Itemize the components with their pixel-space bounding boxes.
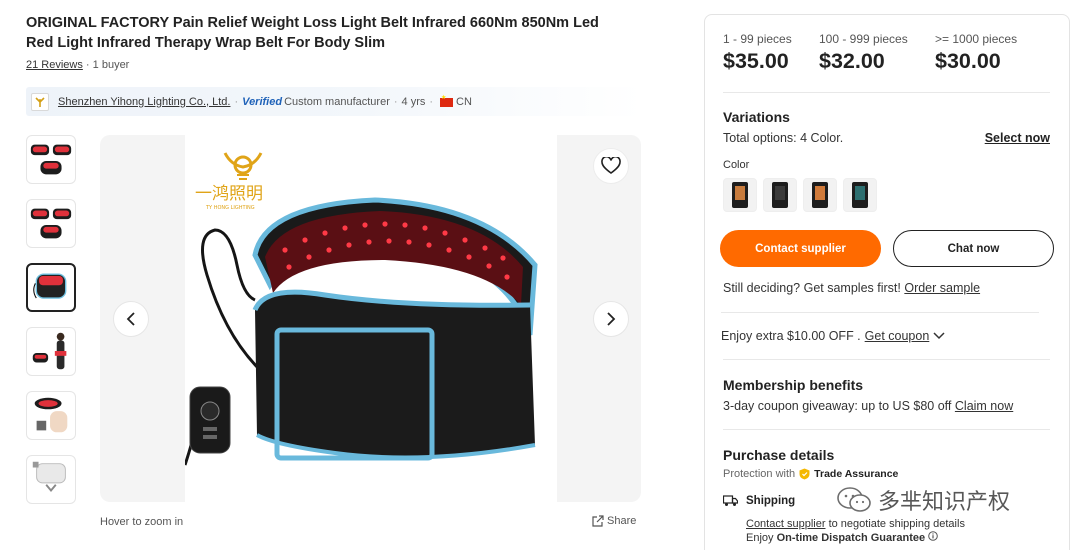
- supplier-bar: Shenzhen Yihong Lighting Co., Ltd. · Ver…: [26, 87, 642, 116]
- info-icon: [928, 531, 939, 541]
- color-swatches: [723, 178, 877, 212]
- price-tier-2: 100 - 999 pieces $32.00: [819, 32, 908, 74]
- image-viewer[interactable]: 一鸿照明 TY HONG LIGHTING: [100, 135, 641, 502]
- wechat-logo-icon: [837, 487, 871, 512]
- watermark: 多芈知识产权: [836, 484, 1010, 516]
- chat-now-button[interactable]: Chat now: [893, 230, 1054, 267]
- supplier-country: CN: [456, 95, 472, 108]
- color-swatch-4[interactable]: [843, 178, 877, 212]
- coupon-text: Enjoy extra $10.00 OFF .: [721, 329, 861, 343]
- contact-supplier-link[interactable]: Contact supplier: [746, 518, 826, 530]
- membership-benefit: 3-day coupon giveaway: up to US $80 off …: [723, 399, 1013, 413]
- enjoy-text: Enjoy: [746, 532, 774, 544]
- get-coupon-link[interactable]: Get coupon: [865, 329, 930, 343]
- price-tier-value: $32.00: [819, 49, 885, 73]
- trade-assurance-shield-icon: [799, 468, 810, 480]
- price-tier-range: 1 - 99 pieces: [723, 32, 792, 46]
- thumbnail-6[interactable]: [26, 455, 76, 504]
- price-tier-3: >= 1000 pieces $30.00: [935, 32, 1017, 74]
- thumbnail-3-selected[interactable]: [26, 263, 76, 312]
- share-button[interactable]: Share: [592, 515, 636, 527]
- product-photo: 一鸿照明 TY HONG LIGHTING: [185, 135, 557, 502]
- supplier-type: Custom manufacturer: [284, 95, 390, 108]
- supplier-separator: ·: [429, 95, 434, 108]
- truck-icon: [723, 495, 738, 506]
- share-label: Share: [607, 515, 637, 527]
- divider: [721, 312, 1039, 313]
- shipping-label: Shipping: [746, 495, 796, 507]
- supplier-separator: ·: [234, 95, 239, 108]
- chevron-down-icon: [933, 332, 945, 340]
- thumbnail-2[interactable]: [26, 199, 76, 248]
- membership-text: 3-day coupon giveaway: up to US $80 off: [723, 399, 952, 413]
- color-swatch-2[interactable]: [763, 178, 797, 212]
- samples-text: Still deciding? Get samples first!: [723, 281, 901, 295]
- price-tier-range: >= 1000 pieces: [935, 32, 1018, 46]
- hover-zoom-hint: Hover to zoom in: [100, 516, 184, 528]
- price-tier-value: $35.00: [723, 49, 789, 73]
- protection-text: Protection with: [723, 468, 796, 480]
- previous-image-button[interactable]: [113, 301, 149, 337]
- membership-title: Membership benefits: [723, 377, 864, 393]
- watermark-text: 多芈知识产权: [878, 490, 1011, 515]
- coupon-row: Enjoy extra $10.00 OFF . Get coupon: [721, 329, 945, 343]
- purchase-details-title: Purchase details: [723, 447, 835, 463]
- select-now-link[interactable]: Select now: [985, 131, 1050, 145]
- chevron-right-icon: [607, 312, 616, 326]
- supplier-separator: ·: [393, 95, 398, 108]
- share-icon: [592, 515, 604, 527]
- buyer-count: 1 buyer: [92, 59, 130, 71]
- verified-badge: Verified: [242, 95, 283, 108]
- brand-logo-icon: 一鸿照明 TY HONG LIGHTING: [195, 152, 263, 211]
- supplier-logo-icon: [31, 92, 49, 111]
- variations-title: Variations: [723, 109, 790, 125]
- color-swatch-3[interactable]: [803, 178, 837, 212]
- chevron-left-icon: [126, 312, 135, 326]
- protection-row: Protection with Trade Assurance: [723, 468, 898, 480]
- contact-supplier-button[interactable]: Contact supplier: [720, 230, 881, 267]
- purchase-panel: 1 - 99 pieces $35.00 100 - 999 pieces $3…: [704, 14, 1070, 550]
- price-tier-value: $30.00: [935, 49, 1001, 73]
- order-sample-link[interactable]: Order sample: [904, 281, 980, 295]
- reviews-line: 21 Reviews · 1 buyer: [26, 59, 129, 71]
- divider: [723, 429, 1050, 430]
- color-swatch-1[interactable]: [723, 178, 757, 212]
- divider: [723, 92, 1050, 93]
- divider: [723, 359, 1050, 360]
- samples-prompt: Still deciding? Get samples first! Order…: [723, 281, 980, 295]
- color-label: Color: [723, 159, 750, 171]
- reviews-separator: ·: [85, 59, 93, 71]
- total-options: Total options: 4 Color.: [723, 131, 844, 145]
- shipping-row: Shipping: [723, 495, 795, 507]
- thumbnail-5[interactable]: [26, 391, 76, 440]
- heart-icon: [601, 157, 621, 174]
- trade-assurance-label: Trade Assurance: [814, 468, 899, 480]
- shipping-details: Contact supplier to negotiate shipping d…: [746, 517, 965, 545]
- supplier-years: 4 yrs: [401, 95, 426, 108]
- svg-text:一鸿照明: 一鸿照明: [195, 184, 263, 204]
- thumbnail-4[interactable]: [26, 327, 76, 376]
- shipping-negotiate-text: to negotiate shipping details: [828, 518, 965, 530]
- favorite-button[interactable]: [593, 148, 629, 184]
- product-title: ORIGINAL FACTORY Pain Relief Weight Loss…: [26, 15, 599, 51]
- price-tier-range: 100 - 999 pieces: [819, 32, 908, 46]
- reviews-link[interactable]: 21 Reviews: [26, 59, 83, 71]
- thumbnail-1[interactable]: [26, 135, 76, 184]
- price-tier-1: 1 - 99 pieces $35.00: [723, 32, 792, 74]
- supplier-name-link[interactable]: Shenzhen Yihong Lighting Co., Ltd.: [58, 96, 230, 108]
- next-image-button[interactable]: [593, 301, 629, 337]
- dispatch-guarantee-label: On-time Dispatch Guarantee: [776, 532, 926, 544]
- claim-now-link[interactable]: Claim now: [955, 399, 1013, 413]
- brand-logo-caption: TY HONG LIGHTING: [205, 205, 255, 211]
- china-flag-icon: [440, 94, 454, 107]
